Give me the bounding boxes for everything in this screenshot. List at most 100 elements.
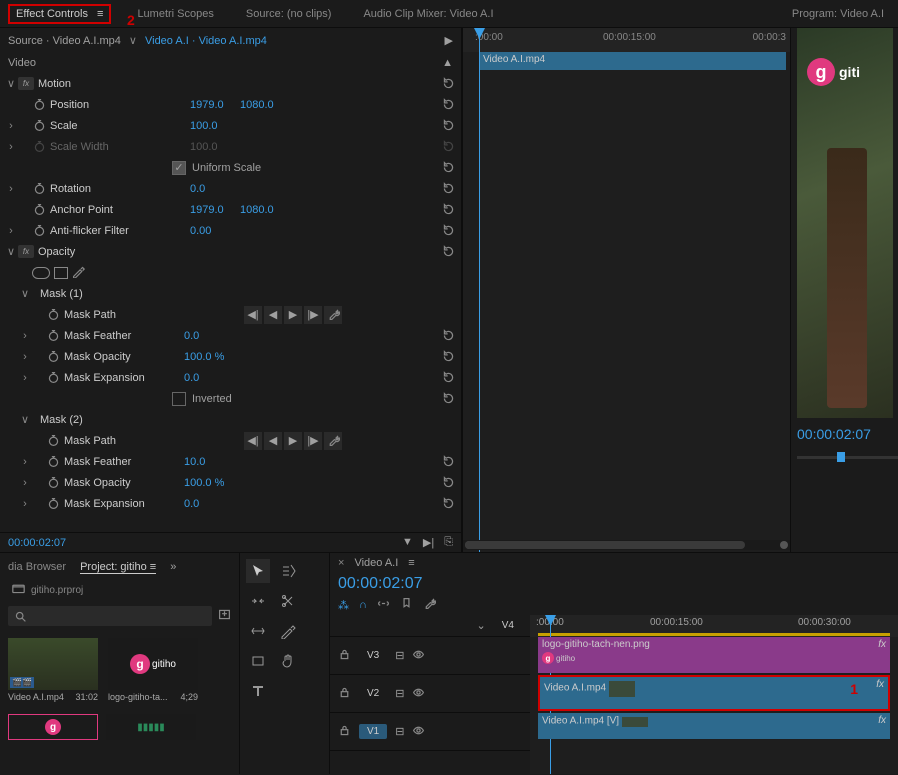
reset-motion[interactable] [439, 75, 457, 93]
prop-scale[interactable]: Scale [50, 120, 190, 132]
selection-tool[interactable] [246, 559, 270, 583]
program-timecode[interactable]: 00:00:02:07 [797, 418, 898, 450]
lock-icon[interactable] [338, 724, 351, 740]
stopwatch-icon[interactable] [46, 434, 60, 448]
val-antiflicker[interactable]: 0.00 [190, 225, 240, 237]
prop-opacity[interactable]: Opacity [38, 246, 178, 258]
prop-mask1[interactable]: Mask (1) [32, 288, 172, 300]
bin-icon[interactable] [12, 582, 25, 598]
expand-mask2[interactable]: ∨ [18, 413, 32, 426]
val-mask2-expansion[interactable]: 0.0 [184, 498, 234, 510]
stopwatch-icon[interactable] [32, 119, 46, 133]
project-item-selected[interactable]: g [8, 714, 98, 740]
export-icon[interactable]: ⎘ [444, 536, 453, 549]
prop-mask2[interactable]: Mask (2) [32, 414, 172, 426]
mask-play[interactable]: ▶ [284, 306, 302, 324]
reset-icon[interactable] [439, 159, 457, 177]
stopwatch-icon[interactable] [46, 350, 60, 364]
project-item-audio[interactable]: ▮▮▮▮▮ [106, 714, 196, 740]
tab-program[interactable]: Program: Video A.I [786, 4, 890, 24]
val-scale[interactable]: 100.0 [190, 120, 240, 132]
close-sequence[interactable]: × [338, 557, 344, 569]
expand-mask1[interactable]: ∨ [18, 287, 32, 300]
mask-wrench[interactable] [324, 432, 342, 450]
expand-motion[interactable]: ∨ [4, 77, 18, 90]
prop-mask1-feather[interactable]: Mask Feather [64, 330, 184, 342]
val-rotation[interactable]: 0.0 [190, 183, 240, 195]
eye-icon[interactable] [412, 648, 425, 664]
clip-video-selected[interactable]: Video A.I.mp4 fx 1 [538, 675, 890, 711]
track-v3-label[interactable]: V3 [359, 648, 387, 663]
project-item-logo[interactable]: g gitiho logo-gitiho-ta...4;29 [108, 638, 198, 702]
search-input[interactable] [8, 606, 212, 626]
timeline-track-area[interactable]: :00:00 00:00:15:00 00:00:30:00 logo-giti… [530, 615, 898, 774]
effect-timeline[interactable]: :00:00 00:00:15:00 00:00:3 Video A.I.mp4 [462, 28, 790, 552]
tab-media-browser[interactable]: dia Browser [8, 561, 66, 574]
sequence-name[interactable]: Video A.I [354, 557, 398, 569]
timecode-display[interactable]: 00:00:02:07 [8, 537, 66, 549]
val-mask1-feather[interactable]: 0.0 [184, 330, 234, 342]
reset-icon[interactable] [439, 222, 457, 240]
mask-step-back[interactable]: ◀ [264, 306, 282, 324]
prop-mask1-path[interactable]: Mask Path [64, 309, 184, 321]
ripple-tool[interactable] [246, 589, 270, 613]
mask-step-back[interactable]: ◀ [264, 432, 282, 450]
prop-anchor[interactable]: Anchor Point [50, 204, 190, 216]
reset-icon[interactable] [439, 180, 457, 198]
pen-tool[interactable] [276, 619, 300, 643]
ellipse-mask-icon[interactable] [32, 267, 50, 279]
tab-lumetri[interactable]: Lumetri Scopes [131, 4, 219, 24]
slip-tool[interactable] [246, 619, 270, 643]
track-v1-label[interactable]: V1 [359, 724, 387, 739]
prop-mask1-opacity[interactable]: Mask Opacity [64, 351, 184, 363]
prop-antiflicker[interactable]: Anti-flicker Filter [50, 225, 190, 237]
magnet-icon[interactable]: ∩ [359, 599, 367, 611]
linked-icon[interactable] [377, 597, 390, 613]
val-mask1-expansion[interactable]: 0.0 [184, 372, 234, 384]
track-v2-label[interactable]: V2 [359, 686, 387, 701]
mini-clip[interactable]: Video A.I.mp4 [479, 52, 786, 70]
output-icon[interactable]: ⊟ [395, 649, 404, 662]
expand-rotation[interactable]: › [4, 183, 18, 195]
clip-logo[interactable]: logo-gitiho-tach-nen.png fx g gitiho [538, 637, 890, 673]
lock-icon[interactable] [338, 686, 351, 702]
prop-mask1-expansion[interactable]: Mask Expansion [64, 372, 184, 384]
track-v4-label[interactable]: V4 [494, 618, 522, 633]
prop-position[interactable]: Position [50, 99, 190, 111]
rect-mask-icon[interactable] [54, 267, 68, 279]
filter-icon[interactable]: ▼ [402, 536, 413, 549]
mask-play[interactable]: ▶ [284, 432, 302, 450]
eye-icon[interactable] [412, 724, 425, 740]
prop-mask2-path[interactable]: Mask Path [64, 435, 184, 447]
reset-icon[interactable] [439, 495, 457, 513]
project-item-video[interactable]: 🎬🎬 Video A.I.mp431:02 [8, 638, 98, 702]
razor-tool[interactable] [276, 589, 300, 613]
output-icon[interactable]: ⊟ [395, 687, 404, 700]
eye-icon[interactable] [412, 686, 425, 702]
scrollbar-h[interactable] [463, 540, 790, 550]
val-anchor-x[interactable]: 1979.0 [190, 204, 240, 216]
program-viewport[interactable]: g giti [797, 28, 893, 418]
timeline-timecode[interactable]: 00:00:02:07 [330, 573, 431, 595]
val-mask2-feather[interactable]: 10.0 [184, 456, 234, 468]
tab-effect-controls[interactable]: Effect Controls ≡ [8, 4, 111, 24]
mask-prev-kf[interactable]: ◀| [244, 306, 262, 324]
go-icon[interactable]: ▶| [423, 536, 434, 549]
type-tool[interactable] [246, 679, 270, 703]
stopwatch-icon[interactable] [46, 476, 60, 490]
prop-rotation[interactable]: Rotation [50, 183, 190, 195]
collapse-icon[interactable]: ▲ [442, 57, 453, 69]
reset-icon[interactable] [439, 474, 457, 492]
reset-icon[interactable] [439, 117, 457, 135]
hand-tool[interactable] [276, 649, 300, 673]
snap-icon[interactable]: ⁂ [338, 599, 349, 612]
new-bin-icon[interactable] [218, 608, 231, 624]
expand-antiflicker[interactable]: › [4, 225, 18, 237]
pen-mask-icon[interactable] [72, 265, 85, 281]
val-position-x[interactable]: 1979.0 [190, 99, 240, 111]
prop-mask2-feather[interactable]: Mask Feather [64, 456, 184, 468]
stopwatch-icon[interactable] [32, 182, 46, 196]
stopwatch-icon[interactable] [32, 98, 46, 112]
stopwatch-icon[interactable] [46, 497, 60, 511]
reset-icon[interactable] [439, 243, 457, 261]
